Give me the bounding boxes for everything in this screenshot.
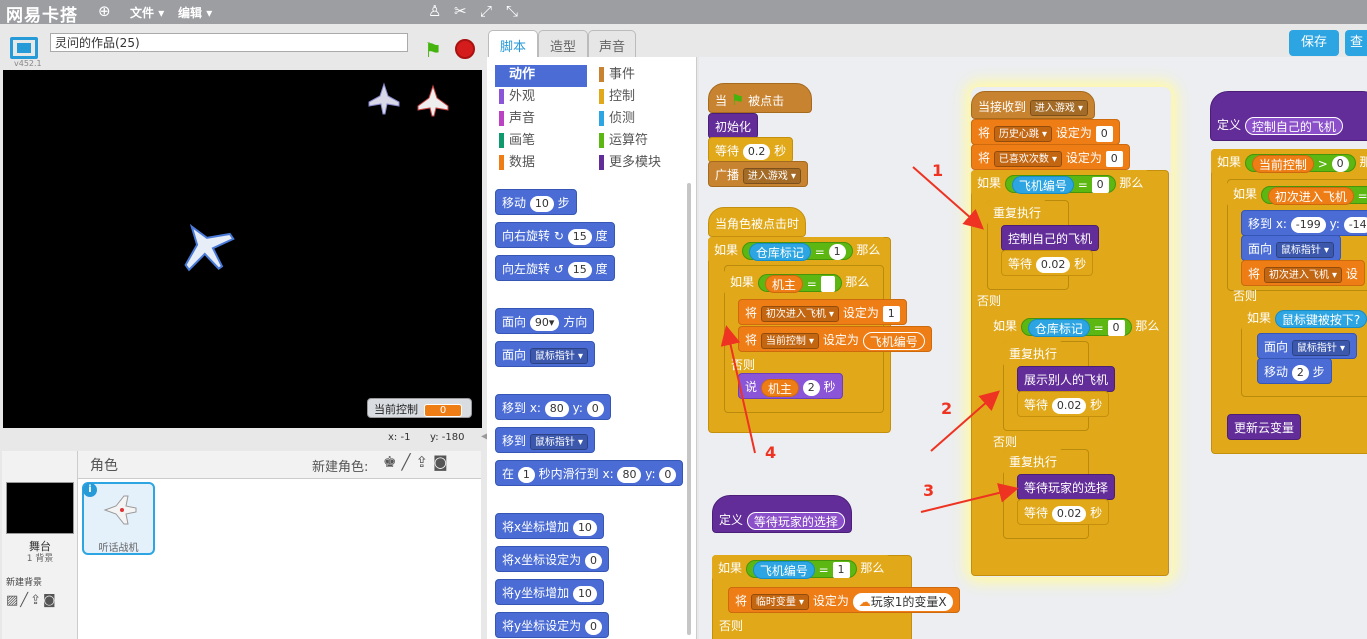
top-bar: 网易卡搭 ⊕ 文件 ▾ 编辑 ▾ ♙ ✂ ⤢ ⤡ <box>0 0 1367 26</box>
annotation-label-1: 1 <box>932 161 944 180</box>
block-goto-xy[interactable]: 移到 x: 80 y: 0 <box>495 394 611 420</box>
annotation-label-2: 2 <box>941 399 953 418</box>
block-change-y[interactable]: 将y坐标增加 10 <box>495 579 604 605</box>
sprite-thumbnail[interactable]: i 听话战机 <box>82 482 155 555</box>
green-flag-icon[interactable]: ⚑ <box>424 38 442 62</box>
category-motion[interactable]: 动作 <box>495 65 587 87</box>
sprite-name: 听话战机 <box>98 543 139 554</box>
backdrop-tools[interactable]: ▨╱⇪◙ <box>6 593 58 608</box>
upload-icon[interactable]: ⇪ <box>415 453 433 471</box>
block-point-towards[interactable]: 面向 鼠标指针 ▾ <box>495 341 596 367</box>
annotation-label-4: 4 <box>765 443 777 462</box>
tab-scripts[interactable]: 脚本 <box>488 30 538 57</box>
category-sensing[interactable]: 侦测 <box>595 109 687 131</box>
new-backdrop-label: 新建背景 <box>6 578 43 588</box>
new-sprite-label: 新建角色: <box>312 460 369 475</box>
menu-file[interactable]: 文件 ▾ <box>130 4 164 21</box>
category-events[interactable]: 事件 <box>595 65 687 87</box>
view-button[interactable]: 查看 <box>1345 30 1367 56</box>
camera-icon[interactable]: ◙ <box>433 453 453 471</box>
grow-icon[interactable]: ⤢ <box>480 2 492 20</box>
block-turn-right[interactable]: 向右旋转 ↻ 15 度 <box>495 222 615 248</box>
version-label: v452.1 <box>14 59 42 68</box>
block-glide[interactable]: 在 1 秒内滑行到 x: 80 y: 0 <box>495 460 684 486</box>
plane-sprite-icon <box>368 82 400 115</box>
plane-sprite-icon <box>417 84 449 117</box>
tab-sounds[interactable]: 声音 <box>588 30 636 57</box>
upload-icon[interactable]: ⇪ <box>30 593 43 608</box>
camera-icon[interactable]: ◙ <box>43 593 58 608</box>
block-palette: 动作 事件 外观 控制 声音 侦测 画笔 运算符 数据 更多模块 移动 10 步… <box>487 57 697 639</box>
project-title-input[interactable] <box>50 33 408 52</box>
category-control[interactable]: 控制 <box>595 87 687 109</box>
block-set-x[interactable]: 将x坐标设定为 0 <box>495 546 609 572</box>
image-icon[interactable]: ▨ <box>6 593 20 608</box>
globe-icon[interactable]: ⊕ <box>98 2 111 20</box>
sprite-library-icon[interactable]: ♚ <box>383 453 401 471</box>
stage-thumbnail[interactable] <box>6 482 74 534</box>
scissors-icon[interactable]: ✂ <box>454 2 467 20</box>
palette-scrollbar[interactable] <box>687 183 691 635</box>
tab-costumes[interactable]: 造型 <box>538 30 588 57</box>
monitor-label: 当前控制 <box>374 403 418 416</box>
category-looks[interactable]: 外观 <box>495 87 587 109</box>
player-plane-icon <box>184 223 235 272</box>
block-goto[interactable]: 移到 鼠标指针 ▾ <box>495 427 596 453</box>
annotation-arrow-1 <box>912 166 984 230</box>
category-data[interactable]: 数据 <box>495 153 587 175</box>
category-sound[interactable]: 声音 <box>495 109 587 131</box>
plane-thumbnail-icon <box>103 495 137 525</box>
info-icon[interactable]: i <box>83 483 97 497</box>
stop-icon[interactable] <box>455 39 475 59</box>
sprite-title: 角色 <box>90 458 118 474</box>
menu-edit[interactable]: 编辑 ▾ <box>178 4 212 21</box>
annotation-arrow-4 <box>720 325 756 454</box>
new-sprite-tools[interactable]: ♚╱⇪◙ <box>383 453 453 471</box>
category-more-blocks[interactable]: 更多模块 <box>595 153 687 175</box>
block-set-y[interactable]: 将y坐标设定为 0 <box>495 612 609 638</box>
block-point-direction[interactable]: 面向 90▾ 方向 <box>495 308 595 334</box>
rotate-right-icon: ↻ <box>553 229 564 243</box>
app-logo[interactable]: 网易卡搭 <box>6 1 78 26</box>
stage-canvas[interactable]: 当前控制 0 <box>3 70 482 428</box>
annotation-label-3: 3 <box>923 481 935 500</box>
variable-monitor[interactable]: 当前控制 0 <box>367 398 472 418</box>
category-operators[interactable]: 运算符 <box>595 131 687 153</box>
category-pen[interactable]: 画笔 <box>495 131 587 153</box>
paint-icon[interactable]: ╱ <box>401 453 415 471</box>
stamp-icon[interactable]: ♙ <box>428 2 441 20</box>
fullscreen-icon[interactable] <box>10 37 38 59</box>
sprite-header: 角色 新建角色: ♚╱⇪◙ <box>78 451 481 479</box>
block-move-steps[interactable]: 移动 10 步 <box>495 189 577 215</box>
shrink-icon[interactable]: ⤡ <box>506 2 518 20</box>
annotation-arrow-3 <box>920 483 1019 513</box>
block-change-x[interactable]: 将x坐标增加 10 <box>495 513 604 539</box>
annotation-arrows <box>720 166 1019 513</box>
mouse-y-readout: y: -180 <box>430 432 465 443</box>
block-turn-left[interactable]: 向左旋转 ↺ 15 度 <box>495 255 615 281</box>
sprite-list: i 听话战机 <box>78 479 481 639</box>
mouse-x-readout: x: -1 <box>388 432 411 443</box>
script-area[interactable]: 当 ⚑ 被点击 初始化 等待 0.2 秒 广播 进入游戏 ▾ 当角色被点击时 如… <box>699 57 1367 639</box>
stage-thumbnail-column: 舞台 1 背景 新建背景 ▨╱⇪◙ <box>2 451 78 639</box>
paint-icon[interactable]: ╱ <box>20 593 30 608</box>
monitor-value: 0 <box>424 404 462 417</box>
backdrop-count: 1 背景 <box>26 554 54 564</box>
save-button[interactable]: 保存 <box>1289 30 1339 56</box>
rotate-left-icon: ↺ <box>553 262 564 276</box>
